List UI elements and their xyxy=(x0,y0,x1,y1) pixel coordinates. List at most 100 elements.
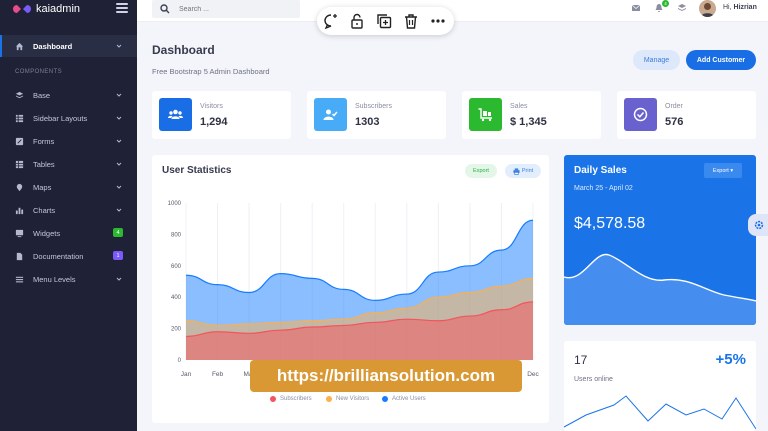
chevron-down-icon xyxy=(116,162,122,166)
legend-label: Subscribers xyxy=(280,396,312,402)
user-greeting[interactable]: Hi, Hizrian xyxy=(723,4,757,11)
search-box[interactable] xyxy=(152,0,300,18)
sidebar-item-forms[interactable]: Forms xyxy=(0,130,137,152)
sidebar-item-label: Sidebar Layouts xyxy=(33,113,88,123)
sidebar-item-label: Documentation xyxy=(33,251,84,261)
pen-square-icon xyxy=(15,137,24,145)
legend-swatch xyxy=(270,396,276,402)
users-online-sparkline xyxy=(564,395,756,430)
layers-icon xyxy=(15,91,24,98)
map-marker-icon xyxy=(16,183,23,191)
watermark-banner: https://brilliansolution.com xyxy=(250,360,522,392)
add-comment-icon[interactable] xyxy=(323,13,339,29)
y-tick-label: 0 xyxy=(178,358,182,364)
chevron-down-icon xyxy=(116,116,122,120)
stat-icon-box xyxy=(624,98,657,131)
legend-item-active-users[interactable]: Active Users xyxy=(382,396,426,402)
y-tick-label: 600 xyxy=(171,264,182,270)
sidebar-item-dashboard[interactable]: Dashboard xyxy=(0,35,137,57)
sidebar-item-label: Maps xyxy=(33,182,52,192)
legend-swatch xyxy=(326,396,332,402)
user-avatar-icon xyxy=(701,3,714,17)
sidebar-item-label: Charts xyxy=(33,205,56,215)
bars-icon xyxy=(15,276,24,282)
stat-card-sales[interactable]: Sales $ 1,345 xyxy=(462,91,601,139)
y-tick-label: 200 xyxy=(171,327,182,333)
luggage-cart-icon xyxy=(478,108,492,122)
stat-label: Sales xyxy=(510,103,528,110)
sidebar-item-label: Forms xyxy=(33,136,55,146)
check-circle-icon xyxy=(633,107,648,122)
sidebar-item-widgets[interactable]: Widgets 4 xyxy=(0,222,137,244)
gear-icon xyxy=(754,220,764,230)
x-tick-label: Feb xyxy=(212,371,224,378)
users-icon xyxy=(168,109,183,119)
logo-icon xyxy=(13,5,31,13)
page-subtitle: Free Bootstrap 5 Admin Dashboard xyxy=(152,67,270,76)
stat-card-order[interactable]: Order 576 xyxy=(617,91,756,139)
page-title: Dashboard xyxy=(152,43,215,57)
daily-sales-sparkline xyxy=(564,253,756,325)
file-icon xyxy=(16,252,23,260)
user-check-icon xyxy=(323,109,338,120)
legend-label: New Visitors xyxy=(336,396,370,402)
daily-sales-card: Daily Sales Export ▾ March 25 - April 02… xyxy=(564,155,756,325)
y-tick-label: 1000 xyxy=(168,201,182,207)
greeting-text: Hi, xyxy=(723,4,732,11)
add-customer-button[interactable]: Add Customer xyxy=(686,50,756,70)
stat-icon-box xyxy=(469,98,502,131)
sidebar-section-title: COMPONENTS xyxy=(15,69,63,75)
documentation-count-badge: 1 xyxy=(113,251,123,260)
stat-value: 1,294 xyxy=(200,116,228,128)
sidebar-item-charts[interactable]: Charts xyxy=(0,199,137,221)
settings-tab[interactable] xyxy=(748,214,768,236)
layer-group-icon[interactable] xyxy=(677,3,687,13)
sidebar-item-label: Widgets xyxy=(33,228,61,238)
sidebar-item-menu-levels[interactable]: Menu Levels xyxy=(0,268,137,290)
manage-button[interactable]: Manage xyxy=(633,50,680,70)
brand-name: kaiadmin xyxy=(36,3,81,15)
widgets-count-badge: 4 xyxy=(113,228,123,237)
stat-value: $ 1,345 xyxy=(510,116,547,128)
legend-swatch xyxy=(382,396,388,402)
legend-item-new-visitors[interactable]: New Visitors xyxy=(326,396,369,402)
chart-bar-icon xyxy=(15,207,24,214)
active-indicator xyxy=(0,35,2,57)
y-tick-label: 400 xyxy=(171,295,182,301)
sidebar-item-label: Menu Levels xyxy=(33,274,76,284)
stat-icon-box xyxy=(159,98,192,131)
home-icon xyxy=(15,42,24,50)
sidebar-item-maps[interactable]: Maps xyxy=(0,176,137,198)
chevron-down-icon xyxy=(116,208,122,212)
user-name: Hizrian xyxy=(733,4,757,11)
sidebar-item-documentation[interactable]: Documentation 1 xyxy=(0,245,137,267)
avatar[interactable] xyxy=(699,0,716,17)
sidebar-item-sidebar-layouts[interactable]: Sidebar Layouts xyxy=(0,107,137,129)
search-icon[interactable] xyxy=(160,4,170,14)
sidebar-item-base[interactable]: Base xyxy=(0,84,137,106)
legend-label: Active Users xyxy=(392,396,426,402)
duplicate-icon[interactable] xyxy=(376,13,392,29)
stat-card-visitors[interactable]: Visitors 1,294 xyxy=(152,91,291,139)
stat-icon-box xyxy=(314,98,347,131)
stat-value: 576 xyxy=(665,116,684,128)
more-options-icon[interactable] xyxy=(430,13,446,29)
sidebar: kaiadmin Dashboard COMPONENTS Base Sideb… xyxy=(0,0,137,431)
chevron-down-icon xyxy=(116,44,122,48)
table-icon xyxy=(15,160,24,168)
trash-icon[interactable] xyxy=(403,13,419,29)
envelope-icon[interactable] xyxy=(631,3,641,13)
x-tick-label: Dec xyxy=(527,371,539,378)
stat-label: Order xyxy=(665,103,683,110)
sidebar-toggle-icon[interactable] xyxy=(116,3,128,13)
sidebar-item-label: Tables xyxy=(33,159,55,169)
chevron-down-icon xyxy=(116,185,122,189)
search-input[interactable] xyxy=(179,3,289,15)
sidebar-item-tables[interactable]: Tables xyxy=(0,153,137,175)
notification-count-badge: 4 xyxy=(662,0,669,7)
legend-item-subscribers[interactable]: Subscribers xyxy=(270,396,312,402)
stat-card-subscribers[interactable]: Subscribers 1303 xyxy=(307,91,446,139)
desktop-icon xyxy=(15,229,24,237)
chevron-down-icon xyxy=(116,93,122,97)
unlock-icon[interactable] xyxy=(349,13,365,29)
